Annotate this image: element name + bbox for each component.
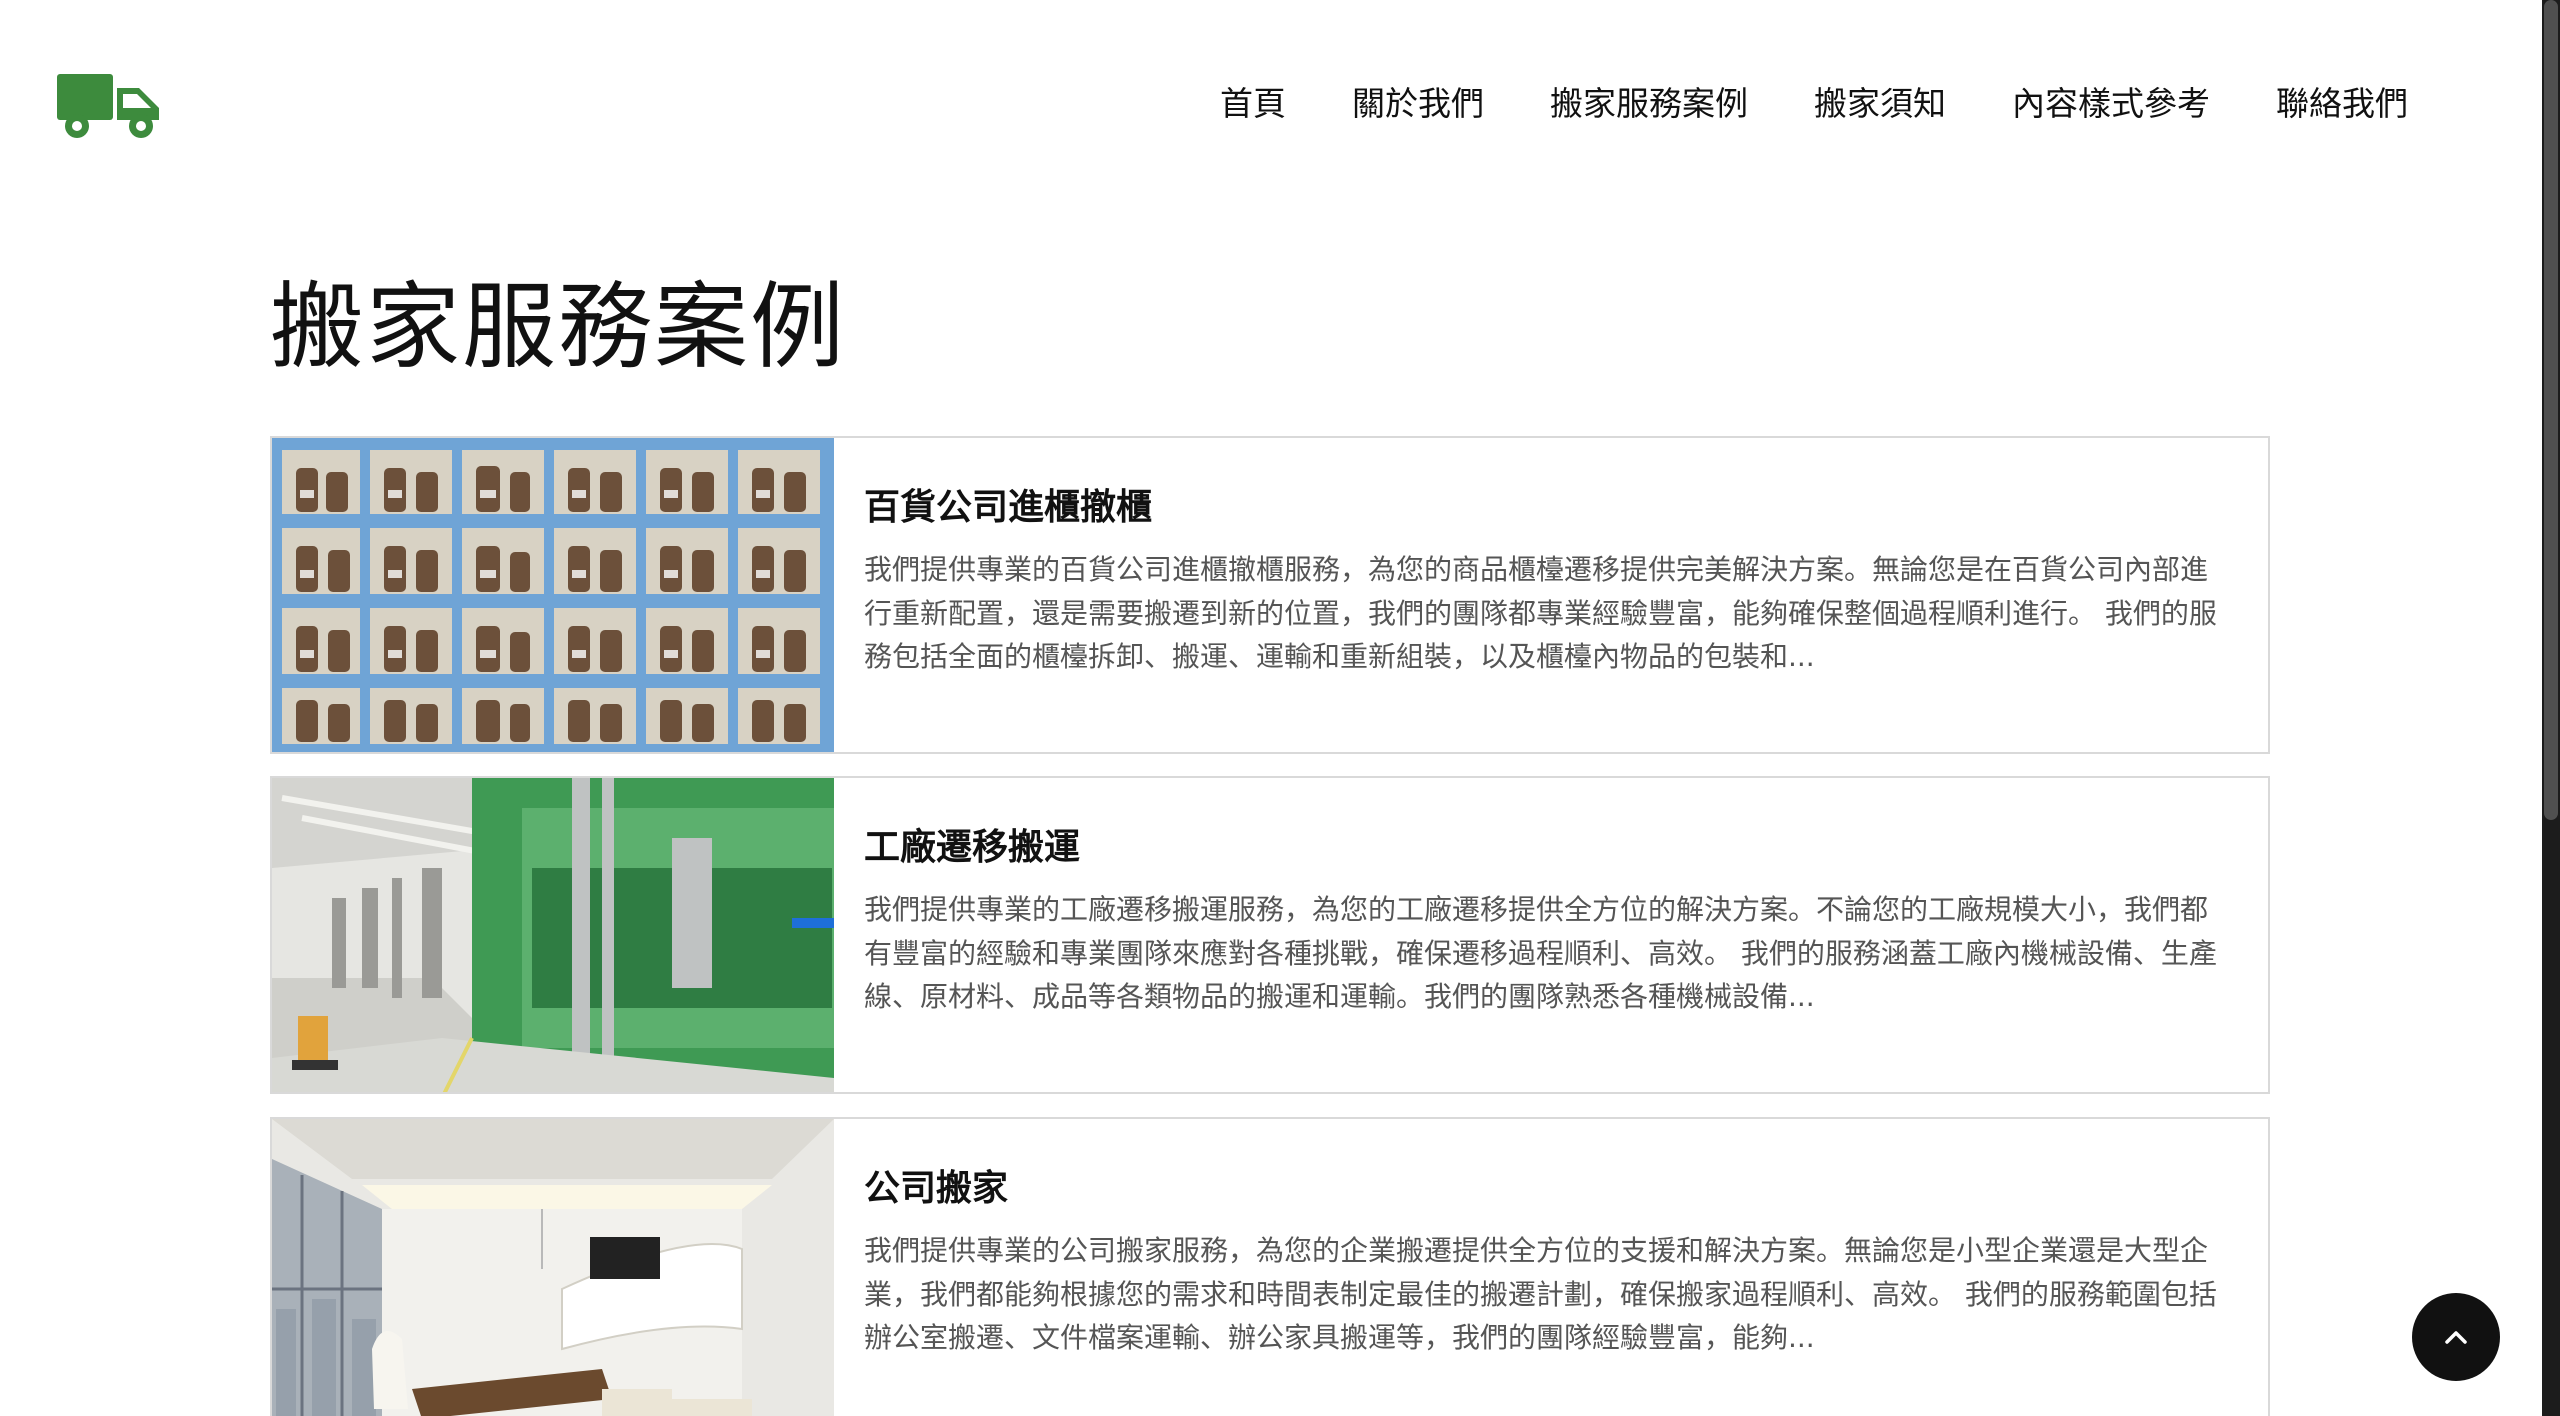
page-title: 搬家服務案例 xyxy=(270,273,847,382)
scrollbar-thumb[interactable] xyxy=(2544,0,2558,820)
case-title[interactable]: 公司搬家 xyxy=(864,1163,2224,1215)
main-nav: 首頁 關於我們 搬家服務案例 搬家須知 內容樣式參考 聯絡我們 xyxy=(1220,80,2408,128)
case-card-department-store[interactable]: 百貨公司進櫃撤櫃 我們提供專業的百貨公司進櫃撤櫃服務，為您的商品櫃檯遷移提供完美… xyxy=(270,436,2270,754)
case-description: 我們提供專業的工廠遷移搬運服務，為您的工廠遷移提供全方位的解決方案。不論您的工廠… xyxy=(864,893,2217,1013)
nav-item-notice[interactable]: 搬家須知 xyxy=(1814,80,1946,128)
nav-item-home[interactable]: 首頁 xyxy=(1220,80,1286,128)
page: 首頁 關於我們 搬家服務案例 搬家須知 內容樣式參考 聯絡我們 搬家服務案例 百… xyxy=(0,0,2560,1416)
truck-icon[interactable] xyxy=(57,70,161,140)
nav-item-contact[interactable]: 聯絡我們 xyxy=(2276,80,2408,128)
back-to-top-button[interactable] xyxy=(2412,1293,2500,1381)
chevron-up-icon xyxy=(2445,1331,2467,1344)
case-description: 我們提供專業的公司搬家服務，為您的企業搬遷提供全方位的支援和解決方案。無論您是小… xyxy=(864,1234,2217,1354)
case-card-office[interactable]: 公司搬家 我們提供專業的公司搬家服務，為您的企業搬遷提供全方位的支援和解決方案。… xyxy=(270,1117,2270,1416)
case-card-body: 公司搬家 我們提供專業的公司搬家服務，為您的企業搬遷提供全方位的支援和解決方案。… xyxy=(864,1163,2224,1360)
nav-item-cases[interactable]: 搬家服務案例 xyxy=(1550,80,1748,128)
nav-item-content-style[interactable]: 內容樣式參考 xyxy=(2012,80,2210,128)
case-title[interactable]: 百貨公司進櫃撤櫃 xyxy=(864,482,2224,534)
scrollbar-track[interactable] xyxy=(2542,0,2560,1416)
nav-item-about[interactable]: 關於我們 xyxy=(1352,80,1484,128)
case-image-shelves[interactable] xyxy=(272,438,834,752)
site-header: 首頁 關於我們 搬家服務案例 搬家須知 內容樣式參考 聯絡我們 xyxy=(0,0,2542,210)
case-card-factory[interactable]: 工廠遷移搬運 我們提供專業的工廠遷移搬運服務，為您的工廠遷移提供全方位的解決方案… xyxy=(270,776,2270,1094)
case-image-office[interactable] xyxy=(272,1119,834,1416)
case-image-factory[interactable] xyxy=(272,778,834,1092)
case-description: 我們提供專業的百貨公司進櫃撤櫃服務，為您的商品櫃檯遷移提供完美解決方案。無論您是… xyxy=(864,553,2217,673)
case-title[interactable]: 工廠遷移搬運 xyxy=(864,822,2224,874)
case-card-body: 工廠遷移搬運 我們提供專業的工廠遷移搬運服務，為您的工廠遷移提供全方位的解決方案… xyxy=(864,822,2224,1019)
case-card-body: 百貨公司進櫃撤櫃 我們提供專業的百貨公司進櫃撤櫃服務，為您的商品櫃檯遷移提供完美… xyxy=(864,482,2224,679)
